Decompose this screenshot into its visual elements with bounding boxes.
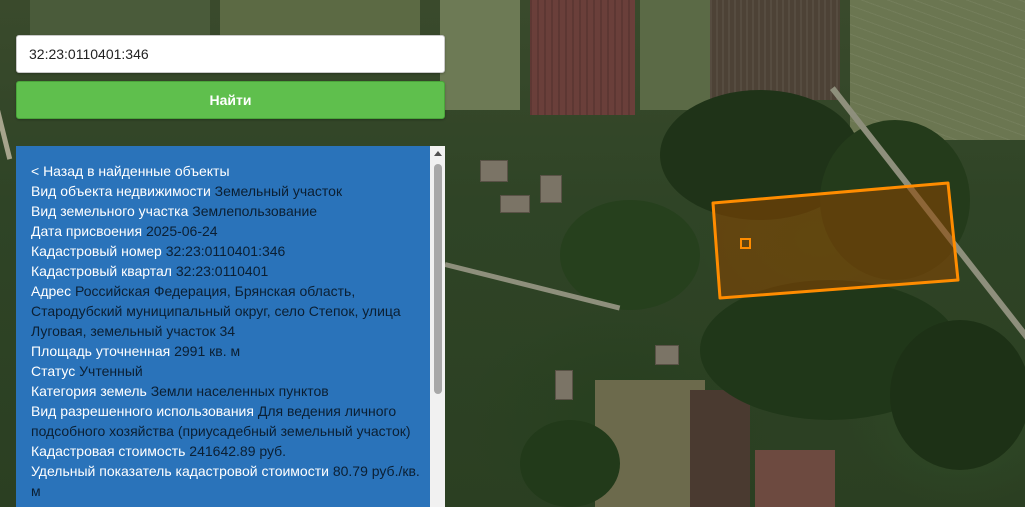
info-row-cadastral-quarter: Кадастровый квартал 32:23:0110401	[31, 261, 422, 281]
info-row-date-assigned: Дата присвоения 2025-06-24	[31, 221, 422, 241]
info-row-land-type: Вид земельного участка Землепользование	[31, 201, 422, 221]
info-key: Вид объекта недвижимости	[31, 183, 211, 199]
scroll-up-arrow-icon[interactable]	[430, 146, 445, 161]
info-key: Площадь уточненная	[31, 343, 171, 359]
info-row-address: Адрес Российская Федерация, Брянская обл…	[31, 281, 422, 341]
info-key: Кадастровая стоимость	[31, 443, 186, 459]
info-row-area: Площадь уточненная 2991 кв. м	[31, 341, 422, 361]
info-value: 241642.89 руб.	[189, 443, 287, 459]
info-row-object-type: Вид объекта недвижимости Земельный участ…	[31, 181, 422, 201]
info-key: Статус	[31, 363, 76, 379]
info-value: 2991 кв. м	[174, 343, 241, 359]
info-value: Земли населенных пунктов	[150, 383, 329, 399]
info-value: 32:23:0110401	[175, 263, 269, 279]
info-row-cadastral-number: Кадастровый номер 32:23:0110401:346	[31, 241, 422, 261]
info-row-specific-value: Удельный показатель кадастровой стоимост…	[31, 461, 422, 501]
info-key: Кадастровый номер	[31, 243, 162, 259]
info-value: 2025-06-24	[145, 223, 218, 239]
info-key: Вид разрешенного использования	[31, 403, 254, 419]
info-value: 32:23:0110401:346	[165, 243, 286, 259]
cadastral-search-input[interactable]	[16, 35, 445, 73]
object-info-content: < Назад в найденные объекты Вид объекта …	[16, 146, 430, 507]
info-value: Российская Федерация, Брянская область, …	[31, 283, 401, 339]
info-row-land-category: Категория земель Земли населенных пункто…	[31, 381, 422, 401]
info-row-permitted-use: Вид разрешенного использования Для веден…	[31, 401, 422, 441]
info-key: Удельный показатель кадастровой стоимост…	[31, 463, 329, 479]
info-key: Адрес	[31, 283, 72, 299]
find-button[interactable]: Найти	[16, 81, 445, 119]
info-value: Учтенный	[79, 363, 143, 379]
info-key: Вид земельного участка	[31, 203, 189, 219]
panel-scrollbar[interactable]	[430, 146, 445, 507]
back-to-results-link[interactable]: < Назад в найденные объекты	[31, 161, 422, 181]
info-key: Дата присвоения	[31, 223, 143, 239]
scroll-thumb[interactable]	[434, 164, 442, 394]
info-row-status: Статус Учтенный	[31, 361, 422, 381]
object-info-panel[interactable]: < Назад в найденные объекты Вид объекта …	[16, 146, 445, 507]
info-value: Земельный участок	[214, 183, 343, 199]
info-value: Землепользование	[192, 203, 318, 219]
info-key: Категория земель	[31, 383, 147, 399]
info-key: Кадастровый квартал	[31, 263, 172, 279]
info-row-cadastral-value: Кадастровая стоимость 241642.89 руб.	[31, 441, 422, 461]
